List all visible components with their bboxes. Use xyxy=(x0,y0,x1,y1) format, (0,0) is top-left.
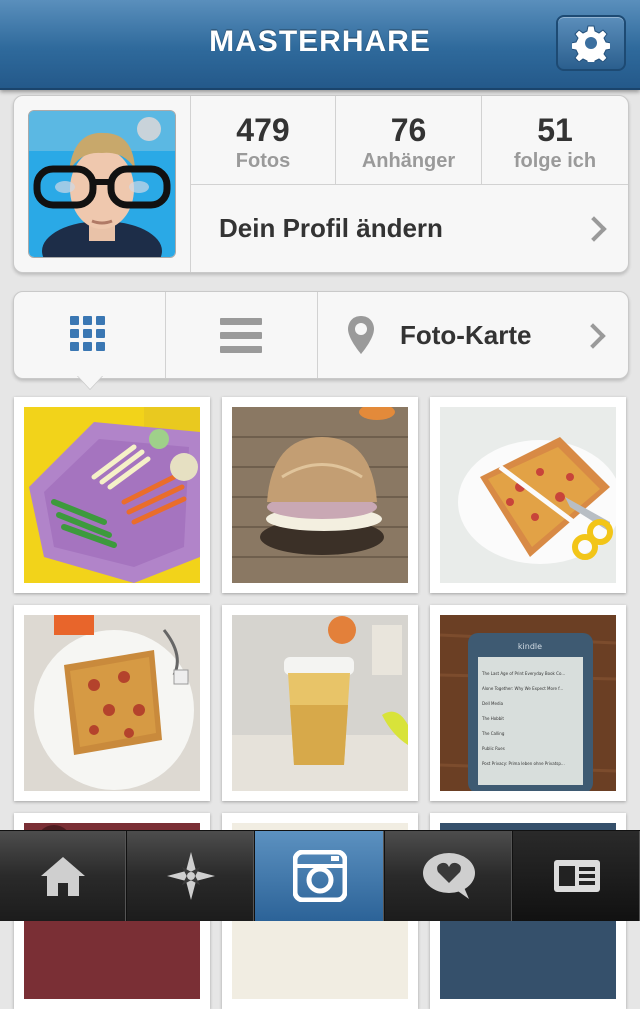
photo-map-tab[interactable]: Foto-Karte xyxy=(318,292,628,378)
chevron-right-icon xyxy=(580,323,606,349)
settings-button[interactable] xyxy=(556,15,626,71)
stat-label: folge ich xyxy=(513,150,597,172)
kindle-book-title: Post Privacy: Prima leben ohne Privatsp.… xyxy=(482,761,565,766)
stat-value: 76 xyxy=(390,112,427,148)
nav-header: MASTERHARE xyxy=(0,0,640,90)
map-pin-icon xyxy=(348,316,374,354)
tab-activity[interactable] xyxy=(385,831,513,921)
heart-bubble-icon xyxy=(422,853,475,899)
tab-home[interactable] xyxy=(0,831,127,921)
stat-value: 51 xyxy=(537,112,573,148)
tab-camera[interactable] xyxy=(255,831,385,921)
kindle-book-title: Alone Together: Why We Expect More f... xyxy=(482,686,563,691)
camera-icon xyxy=(292,850,347,902)
stat-label: Fotos xyxy=(235,150,291,172)
stat-photos[interactable]: 479 Fotos xyxy=(191,96,335,184)
star-compass-icon xyxy=(166,852,215,900)
active-view-pointer xyxy=(77,375,103,389)
home-icon xyxy=(41,857,85,896)
photo-thumbnail[interactable]: kindle The Last Age of Print Everyday Bo… xyxy=(430,605,626,801)
photo-thumbnail[interactable] xyxy=(430,397,626,593)
kindle-book-title: The Calling xyxy=(481,731,505,736)
edit-profile-label: Dein Profil ändern xyxy=(219,213,443,243)
stat-followers[interactable]: 76 Anhänger xyxy=(336,96,481,184)
list-view-tab[interactable] xyxy=(166,292,317,378)
stat-label: Anhänger xyxy=(361,150,456,172)
kindle-book-title: Dell Media xyxy=(482,701,504,706)
photo-thumbnail[interactable] xyxy=(14,605,210,801)
grid-view-tab[interactable] xyxy=(14,292,165,378)
photo-map-label: Foto-Karte xyxy=(400,320,532,350)
kindle-book-title: The Last Age of Print Everyday Book Co..… xyxy=(481,671,565,676)
profile-card-icon xyxy=(553,860,600,892)
tab-explore[interactable] xyxy=(127,831,255,921)
gear-icon xyxy=(572,25,610,62)
edit-profile-button[interactable]: Dein Profil ändern xyxy=(191,185,628,272)
tab-bar xyxy=(0,830,640,921)
page-title: MASTERHARE xyxy=(209,25,431,58)
chevron-right-icon xyxy=(581,216,607,242)
tab-profile[interactable] xyxy=(513,831,640,921)
photo-thumbnail[interactable] xyxy=(222,397,418,593)
kindle-book-title: The Hobbit xyxy=(481,716,504,721)
view-switcher: Foto-Karte xyxy=(13,291,629,379)
stat-following[interactable]: 51 folge ich xyxy=(482,96,628,184)
avatar[interactable] xyxy=(28,110,176,258)
profile-card: 479 Fotos 76 Anhänger 51 folge ich Dein … xyxy=(13,95,629,273)
photo-thumbnail[interactable] xyxy=(14,397,210,593)
stat-value: 479 xyxy=(236,112,290,148)
photo-thumbnail[interactable] xyxy=(222,605,418,801)
kindle-brand: kindle xyxy=(518,642,542,651)
kindle-book-title: Public Rues xyxy=(482,746,505,751)
